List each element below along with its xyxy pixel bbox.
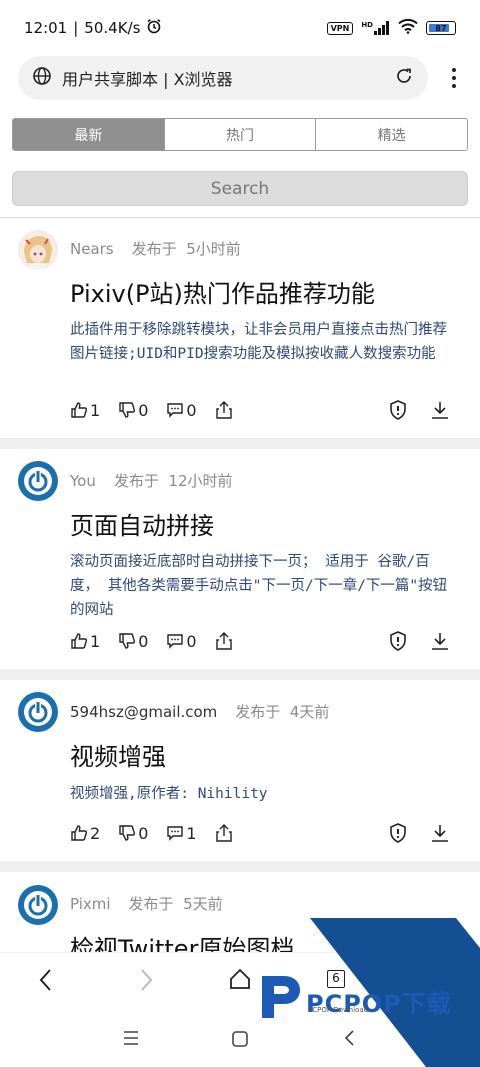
divider — [0, 217, 480, 218]
alarm-icon — [146, 18, 162, 38]
like-button[interactable]: 1 — [70, 632, 100, 651]
post-description[interactable]: 此插件用于移除跳转模块，让非会员用户直接点击热门推荐图片链接;UID和PID搜索… — [70, 318, 454, 366]
thumbs-up-icon — [71, 825, 88, 841]
post-meta: Pixmi 发布于 5天前 — [70, 895, 223, 913]
post-actions: 1 0 0 — [70, 629, 460, 653]
download-icon[interactable] — [430, 631, 450, 655]
like-button[interactable]: 1 — [70, 401, 100, 420]
download-icon[interactable] — [430, 400, 450, 424]
post-meta: Nears 发布于 5小时前 — [70, 240, 241, 258]
search-button[interactable]: Search — [12, 171, 468, 206]
share-icon[interactable] — [215, 400, 233, 420]
post-author[interactable]: Pixmi — [70, 895, 111, 913]
post-time: 5天前 — [183, 895, 223, 913]
report-icon[interactable] — [388, 631, 408, 655]
download-icon[interactable] — [430, 823, 450, 847]
avatar[interactable] — [18, 230, 58, 270]
globe-icon — [32, 66, 52, 90]
post-separator — [0, 669, 480, 680]
dislike-button[interactable]: 0 — [118, 632, 148, 651]
thumbs-down-icon — [119, 402, 136, 418]
post-separator — [0, 438, 480, 449]
back-icon[interactable] — [36, 967, 56, 997]
like-button[interactable]: 2 — [70, 824, 100, 843]
tab-popular[interactable]: 热门 — [164, 119, 317, 150]
tab-bar: 最新 热门 精选 — [12, 118, 468, 151]
dislike-button[interactable]: 0 — [118, 401, 148, 420]
comment-icon — [167, 826, 184, 841]
post-description[interactable]: 滚动页面接近底部时自动拼接下一页； 适用于 谷歌/百度， 其他各类需要手动点击"… — [70, 550, 454, 622]
reload-icon[interactable] — [394, 66, 414, 90]
report-icon[interactable] — [388, 823, 408, 847]
watermark-subtext: PCPOP Download — [308, 1006, 369, 1014]
dislike-button[interactable]: 0 — [118, 824, 148, 843]
tab-latest[interactable]: 最新 — [13, 119, 165, 150]
post-author[interactable]: Nears — [70, 240, 114, 258]
report-icon[interactable] — [388, 400, 408, 424]
address-bar[interactable]: 用户共享脚本 | X浏览器 — [18, 56, 428, 100]
thumbs-down-icon — [119, 825, 136, 841]
tab-featured[interactable]: 精选 — [316, 119, 467, 150]
thumbs-down-icon — [119, 633, 136, 649]
post-separator — [0, 861, 480, 872]
power-icon — [20, 463, 56, 499]
thumbs-up-icon — [71, 633, 88, 649]
power-icon — [20, 887, 56, 923]
avatar[interactable] — [18, 461, 58, 501]
post-description[interactable]: 视频增强,原作者: Nihility — [70, 782, 454, 806]
post-author[interactable]: You — [70, 472, 96, 490]
comment-icon — [167, 634, 184, 649]
thumbs-up-icon — [71, 402, 88, 418]
post-time: 12小时前 — [168, 472, 233, 490]
wifi-icon — [398, 18, 418, 38]
watermark-logo-icon — [262, 976, 300, 1018]
comment-button[interactable]: 0 — [166, 632, 197, 651]
post-time: 5小时前 — [186, 240, 241, 258]
clock: 12:01 — [24, 19, 68, 37]
post-time: 4天前 — [289, 703, 330, 721]
post-author[interactable]: 594hsz@gmail.com — [70, 703, 217, 721]
home-icon[interactable] — [228, 967, 252, 995]
vpn-badge: VPN — [326, 21, 354, 35]
comment-button[interactable]: 0 — [166, 401, 197, 420]
page-title: 用户共享脚本 | X浏览器 — [62, 70, 233, 89]
comment-icon — [167, 403, 184, 418]
battery-icon: 87 — [426, 21, 456, 35]
network-speed: 50.4K/s — [84, 19, 141, 37]
recents-icon[interactable] — [122, 1030, 140, 1050]
post-meta: You 发布于 12小时前 — [70, 472, 233, 490]
status-bar: 12:01 | 50.4K/s VPN HD 87 — [0, 0, 480, 56]
home-nav-icon[interactable] — [231, 1030, 249, 1052]
post-title[interactable]: Pixiv(P站)热门作品推荐功能 — [70, 274, 375, 309]
avatar[interactable] — [18, 885, 58, 925]
post-actions: 1 0 0 — [70, 398, 460, 422]
comment-button[interactable]: 1 — [166, 824, 197, 843]
avatar[interactable] — [18, 692, 58, 732]
forward-icon[interactable] — [136, 967, 156, 997]
more-menu-icon[interactable] — [444, 64, 464, 92]
share-icon[interactable] — [215, 823, 233, 843]
power-icon — [20, 694, 56, 730]
signal-icon: HD — [361, 21, 390, 35]
post-meta: 594hsz@gmail.com 发布于 4天前 — [70, 703, 330, 721]
post-actions: 2 0 1 — [70, 821, 460, 845]
post-title[interactable]: 视频增强 — [70, 737, 166, 772]
share-icon[interactable] — [215, 631, 233, 651]
post-title[interactable]: 页面自动拼接 — [70, 506, 214, 541]
